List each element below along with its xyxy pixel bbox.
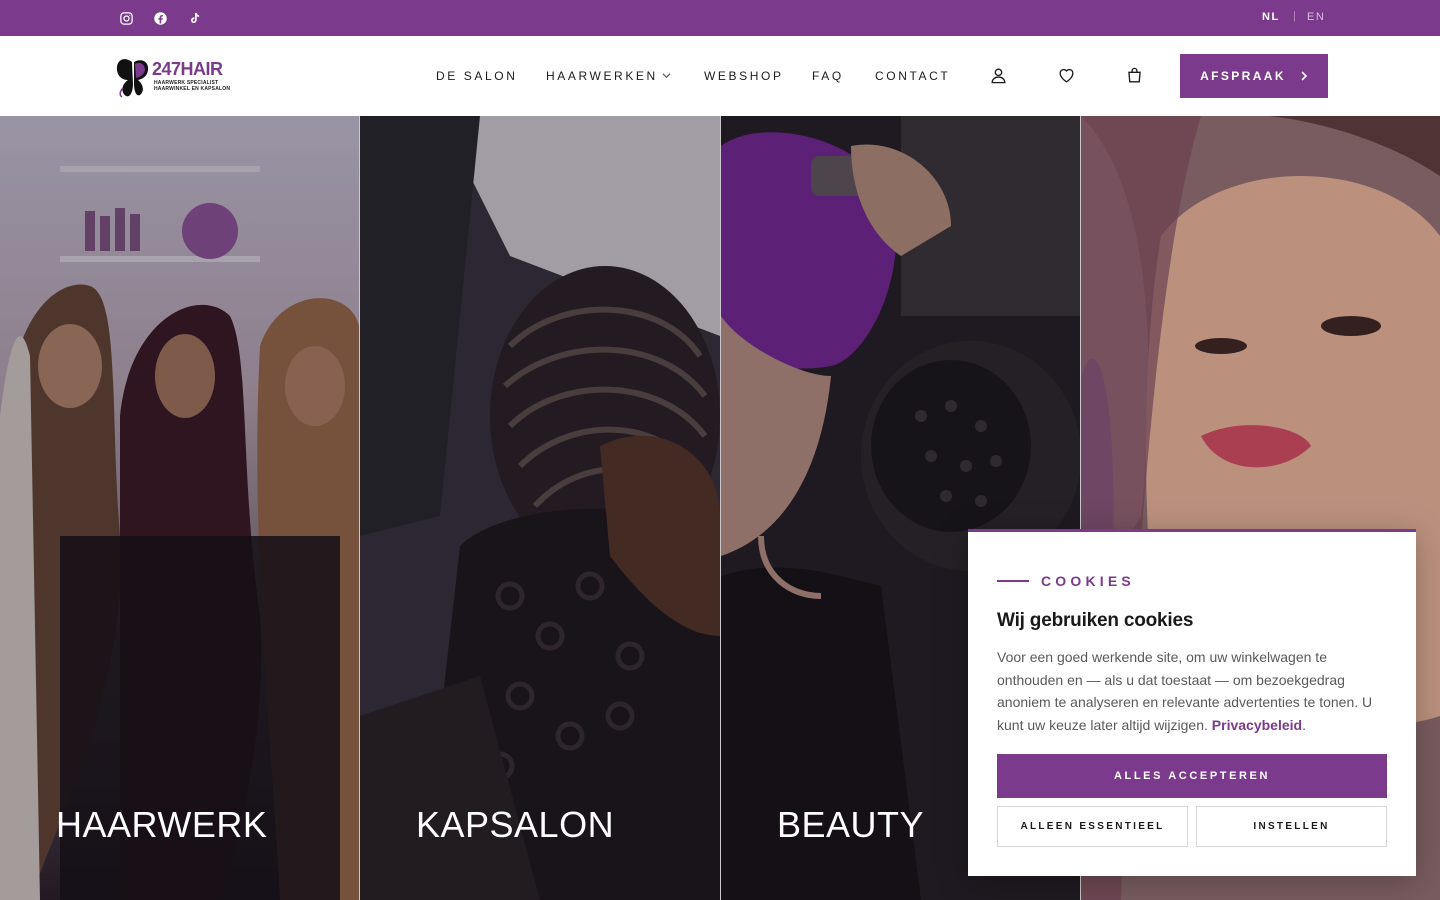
shopping-bag-icon[interactable]: [1124, 65, 1144, 85]
nav-webshop[interactable]: WEBSHOP: [704, 69, 784, 83]
cookie-body-suffix: .: [1302, 716, 1306, 733]
logo-tagline-2: HAARWINKEL EN KAPSALON: [154, 86, 231, 92]
panel-divider: [359, 116, 360, 900]
nav-faq[interactable]: FAQ: [812, 69, 844, 83]
essential-only-button[interactable]: ALLEEN ESSENTIEEL: [997, 806, 1188, 847]
cookie-body: Voor een goed werkende site, om uw winke…: [997, 646, 1389, 736]
nav-de-salon[interactable]: DE SALON: [436, 69, 518, 83]
panel-label-kapsalon: KAPSALON: [416, 804, 615, 845]
eyebrow-rule: [997, 580, 1029, 582]
account-icon[interactable]: [988, 65, 1008, 85]
tiktok-icon[interactable]: [185, 9, 203, 27]
chevron-down-icon[interactable]: [662, 71, 671, 80]
language-separator: |: [1293, 10, 1296, 22]
wishlist-heart-icon[interactable]: [1056, 65, 1076, 85]
nav-contact[interactable]: CONTACT: [875, 69, 950, 83]
site-logo[interactable]: 247HAIR HAARWERK SPECIALIST HAARWINKEL E…: [114, 56, 230, 98]
panel-haarwerk[interactable]: HAARWERK: [0, 116, 359, 900]
panel-label-haarwerk: HAARWERK: [56, 804, 268, 845]
panel-overlay: [0, 116, 359, 900]
panel-divider: [720, 116, 721, 900]
chevron-right-icon: [1301, 71, 1308, 81]
instagram-icon[interactable]: [117, 9, 135, 27]
appointment-button-label: AFSPRAAK: [1200, 69, 1286, 83]
cookie-title: Wij gebruiken cookies: [997, 610, 1194, 631]
main-header: 247HAIR HAARWERK SPECIALIST HAARWINKEL E…: [0, 36, 1440, 116]
cookie-consent-dialog: COOKIES Wij gebruiken cookies Voor een g…: [968, 529, 1416, 876]
panel-label-beauty: BEAUTY: [777, 804, 925, 845]
cookie-body-text: Voor een goed werkende site, om uw winke…: [997, 649, 1373, 733]
butterfly-logo-icon: [116, 59, 149, 98]
panel-overlay: [360, 116, 720, 900]
facebook-icon[interactable]: [151, 9, 169, 27]
panel-kapsalon[interactable]: KAPSALON: [360, 116, 720, 900]
language-nl[interactable]: NL: [1262, 11, 1280, 23]
cookie-eyebrow: COOKIES: [1041, 573, 1135, 589]
cookie-settings-button[interactable]: INSTELLEN: [1196, 806, 1387, 847]
accept-all-button[interactable]: ALLES ACCEPTEREN: [997, 754, 1387, 798]
nav-haarwerken[interactable]: HAARWERKEN: [546, 69, 658, 83]
top-bar: NL | EN: [0, 0, 1440, 36]
appointment-button[interactable]: AFSPRAAK: [1180, 54, 1328, 98]
language-en[interactable]: EN: [1307, 11, 1325, 23]
logo-wordmark: 247HAIR: [152, 59, 223, 79]
privacy-policy-link[interactable]: Privacybeleid: [1212, 717, 1302, 733]
